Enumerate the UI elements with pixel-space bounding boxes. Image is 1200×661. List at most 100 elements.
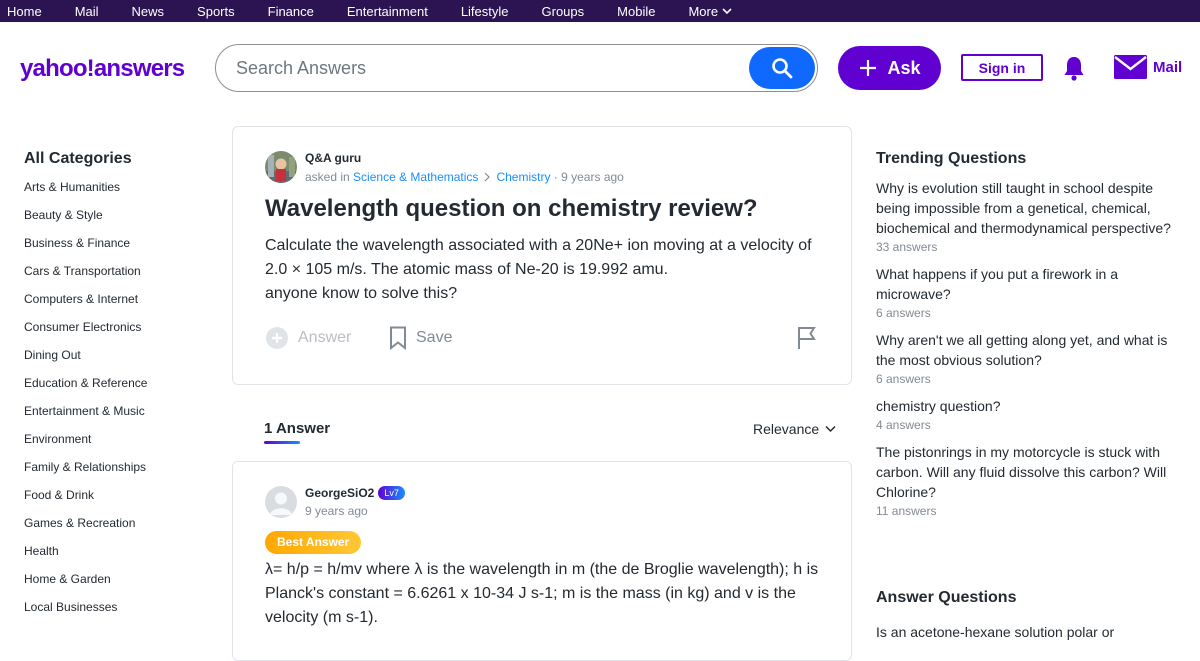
- trending-item: What happens if you put a firework in a …: [876, 264, 1186, 320]
- question-actions: Answer Save: [265, 326, 823, 352]
- nav-lifestyle[interactable]: Lifestyle: [461, 4, 509, 19]
- nav-finance[interactable]: Finance: [268, 4, 314, 19]
- category-link[interactable]: Science & Mathematics: [353, 170, 478, 184]
- all-categories-title[interactable]: All Categories: [24, 150, 214, 168]
- search-box: [215, 44, 818, 92]
- asker-avatar[interactable]: [265, 151, 297, 183]
- trending-question[interactable]: The pistonrings in my motorcycle is stuc…: [876, 442, 1186, 502]
- mail-link[interactable]: Mail: [1114, 55, 1182, 79]
- chevron-down-icon: [722, 7, 732, 14]
- trending-question[interactable]: Why aren't we all getting along yet, and…: [876, 330, 1186, 370]
- sign-in-button[interactable]: Sign in: [961, 54, 1043, 81]
- nav-more-label: More: [688, 3, 719, 19]
- trending-answer-count: 6 answers: [876, 306, 931, 320]
- mail-label: Mail: [1153, 58, 1183, 76]
- category-item[interactable]: Education & Reference: [24, 376, 214, 404]
- category-item[interactable]: Business & Finance: [24, 236, 214, 264]
- nav-more[interactable]: More: [688, 4, 732, 19]
- question-meta: asked in Science & Mathematics Chemistry…: [305, 170, 624, 184]
- category-item[interactable]: Health: [24, 544, 214, 572]
- asker-name[interactable]: Q&A guru: [305, 151, 361, 165]
- level-badge: Lv7: [378, 486, 405, 500]
- trending-answer-count: 11 answers: [876, 504, 937, 518]
- trending-question[interactable]: chemistry question?: [876, 396, 1186, 416]
- nav-entertainment[interactable]: Entertainment: [347, 4, 428, 19]
- sort-dropdown[interactable]: Relevance: [753, 421, 836, 437]
- report-button[interactable]: [797, 326, 819, 350]
- answer-time: 9 years ago: [305, 504, 368, 518]
- mail-envelope-icon: [1114, 55, 1147, 79]
- question-body-line: Calculate the wavelength associated with…: [265, 237, 812, 278]
- nav-news[interactable]: News: [132, 4, 165, 19]
- asked-in-label: asked in: [305, 170, 350, 184]
- category-item[interactable]: Beauty & Style: [24, 208, 214, 236]
- category-item[interactable]: Computers & Internet: [24, 292, 214, 320]
- answer-body: λ= h/p = h/mv where λ is the wavelength …: [265, 561, 819, 626]
- answerer-name[interactable]: GeorgeSiO2: [305, 486, 374, 500]
- category-item[interactable]: Dining Out: [24, 348, 214, 376]
- ask-button[interactable]: Ask: [838, 46, 941, 90]
- subcategory-link[interactable]: Chemistry: [496, 170, 550, 184]
- answers-tab-underline: [264, 441, 300, 444]
- add-answer-icon: [266, 327, 288, 349]
- trending-answer-count: 4 answers: [876, 418, 931, 432]
- answer-question-item[interactable]: Is an acetone-hexane solution polar or: [876, 622, 1114, 642]
- trending-title: Trending Questions: [876, 150, 1027, 167]
- trending-item: Why is evolution still taught in school …: [876, 178, 1186, 254]
- answerer-avatar[interactable]: [265, 486, 297, 518]
- category-item[interactable]: Food & Drink: [24, 488, 214, 516]
- trending-answer-count: 6 answers: [876, 372, 931, 386]
- answer-label: Answer: [298, 329, 352, 346]
- bookmark-icon: [390, 326, 406, 350]
- top-nav-bar: Home Mail News Sports Finance Entertainm…: [0, 0, 1200, 22]
- search-button[interactable]: [749, 47, 815, 89]
- save-label: Save: [416, 329, 453, 346]
- category-item[interactable]: Consumer Electronics: [24, 320, 214, 348]
- nav-mobile[interactable]: Mobile: [617, 4, 655, 19]
- question-title: Wavelength question on chemistry review?: [265, 195, 758, 222]
- category-sidebar: All Categories Arts & Humanities Beauty …: [24, 150, 214, 628]
- question-body-line: anyone know to solve this?: [265, 285, 458, 302]
- answer-button[interactable]: Answer: [265, 326, 351, 350]
- nav-groups[interactable]: Groups: [542, 4, 585, 19]
- header: yahoo!answers Ask Sign in Mail: [0, 22, 1200, 118]
- answer-questions-title: Answer Questions: [876, 589, 1017, 606]
- trending-item: The pistonrings in my motorcycle is stuc…: [876, 442, 1186, 518]
- search-icon: [772, 58, 793, 79]
- answer-card: GeorgeSiO2 Lv7 9 years ago Best Answer λ…: [232, 461, 852, 661]
- plus-icon: [860, 60, 877, 76]
- nav-mail[interactable]: Mail: [75, 4, 99, 19]
- question-body: Calculate the wavelength associated with…: [265, 234, 825, 306]
- category-item[interactable]: Home & Garden: [24, 572, 214, 600]
- yahoo-answers-logo[interactable]: yahoo!answers: [20, 55, 185, 83]
- answerer-info: GeorgeSiO2 Lv7: [305, 486, 405, 500]
- nav-sports[interactable]: Sports: [197, 4, 235, 19]
- search-input[interactable]: [236, 57, 736, 79]
- chevron-right-icon: [485, 172, 491, 182]
- trending-question[interactable]: What happens if you put a firework in a …: [876, 264, 1186, 304]
- question-time: · 9 years ago: [553, 170, 624, 184]
- category-item[interactable]: Entertainment & Music: [24, 404, 214, 432]
- category-item[interactable]: Family & Relationships: [24, 460, 214, 488]
- question-card: Q&A guru asked in Science & Mathematics …: [232, 126, 852, 385]
- category-item[interactable]: Cars & Transportation: [24, 264, 214, 292]
- category-item[interactable]: Arts & Humanities: [24, 180, 214, 208]
- save-button[interactable]: Save: [389, 326, 452, 350]
- notification-bell-button[interactable]: [1062, 55, 1086, 86]
- trending-answer-count: 33 answers: [876, 240, 938, 254]
- sort-label: Relevance: [753, 421, 820, 437]
- chevron-down-icon: [825, 425, 836, 433]
- trending-item: Why aren't we all getting along yet, and…: [876, 330, 1186, 386]
- category-item[interactable]: Games & Recreation: [24, 516, 214, 544]
- right-column: Trending Questions Why is evolution stil…: [876, 150, 1186, 640]
- trending-question[interactable]: Why is evolution still taught in school …: [876, 178, 1186, 238]
- category-item[interactable]: Environment: [24, 432, 214, 460]
- best-answer-badge: Best Answer: [265, 531, 362, 554]
- trending-item: chemistry question? 4 answers: [876, 396, 1186, 432]
- category-item[interactable]: Local Businesses: [24, 600, 214, 628]
- bell-icon: [1064, 57, 1084, 81]
- nav-home[interactable]: Home: [7, 4, 42, 19]
- answers-count: 1 Answer: [264, 420, 331, 437]
- ask-label: Ask: [887, 57, 921, 78]
- flag-icon: [798, 327, 816, 349]
